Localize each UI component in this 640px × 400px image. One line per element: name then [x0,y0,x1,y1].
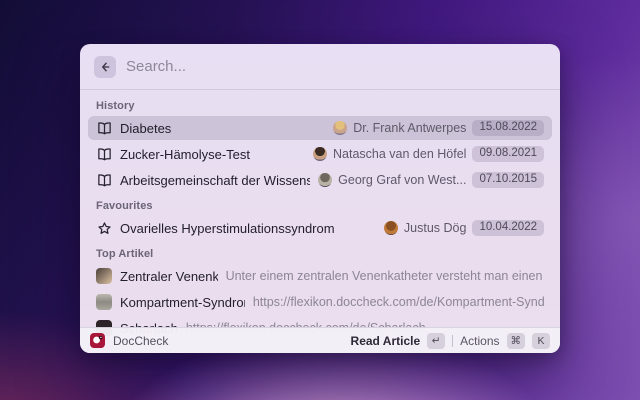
author-avatar [313,147,327,161]
date-badge: 15.08.2022 [472,120,544,137]
author-name: Natascha van den Höfel [333,147,466,161]
read-article-button[interactable]: Read Article [351,334,421,348]
top-article-item[interactable]: Zentraler Venenkatheter Unter einem zent… [88,264,552,288]
article-title: Diabetes [120,121,171,136]
top-article-item[interactable]: Kompartment-Syndrom https://flexikon.doc… [88,290,552,314]
desktop-background: { "search": { "placeholder": "Search..."… [0,0,640,400]
star-icon [96,220,112,236]
article-title: Arbeitsgemeinschaft der Wissenschaftlich… [120,173,310,188]
article-summary: Unter einem zentralen Venenkatheter vers… [226,269,544,283]
section-header-history: History [88,94,552,116]
book-icon [96,172,112,188]
author-name: Justus Dög [404,221,467,235]
search-bar [80,44,560,90]
date-badge: 10.04.2022 [472,220,544,237]
return-key-icon: ↵ [427,333,445,349]
history-item[interactable]: Zucker-Hämolyse-Test Natascha van den Hö… [88,142,552,166]
article-thumbnail [96,294,112,310]
book-icon [96,120,112,136]
article-title: Zentraler Venenkatheter [120,269,218,284]
author-avatar [333,121,347,135]
history-item[interactable]: Arbeitsgemeinschaft der Wissenschaftlich… [88,168,552,192]
arrow-left-icon [99,61,111,73]
search-input[interactable] [126,58,546,75]
favourite-item[interactable]: Ovarielles Hyperstimulationssyndrom Just… [88,216,552,240]
author-avatar [318,173,332,187]
article-url: https://flexikon.doccheck.com/de/Kompart… [253,295,544,309]
book-icon [96,146,112,162]
article-title: Kompartment-Syndrom [120,295,245,310]
author-name: Dr. Frank Antwerpes [353,121,466,135]
app-name: DocCheck [113,334,168,348]
history-item[interactable]: Diabetes Dr. Frank Antwerpes 15.08.2022 [88,116,552,140]
doccheck-logo-icon [90,333,105,348]
author-avatar [384,221,398,235]
footer-divider [452,335,453,347]
actions-button[interactable]: Actions [460,334,499,348]
article-title: Ovarielles Hyperstimulationssyndrom [120,221,335,236]
back-button[interactable] [94,56,116,78]
article-thumbnail [96,268,112,284]
command-key-icon: ⌘ [507,333,526,349]
section-header-favourites: Favourites [88,194,552,216]
author-name: Georg Graf von West... [338,173,466,187]
section-header-top-articles: Top Artikel [88,242,552,264]
search-window: History Diabetes Dr. Frank Antwerpes 15.… [80,44,560,353]
action-bar: DocCheck Read Article ↵ Actions ⌘ K [80,327,560,353]
k-key-icon: K [532,333,550,349]
date-badge: 07.10.2015 [472,172,544,189]
article-title: Zucker-Hämolyse-Test [120,147,250,162]
date-badge: 09.08.2021 [472,146,544,163]
results-list: History Diabetes Dr. Frank Antwerpes 15.… [80,90,560,340]
